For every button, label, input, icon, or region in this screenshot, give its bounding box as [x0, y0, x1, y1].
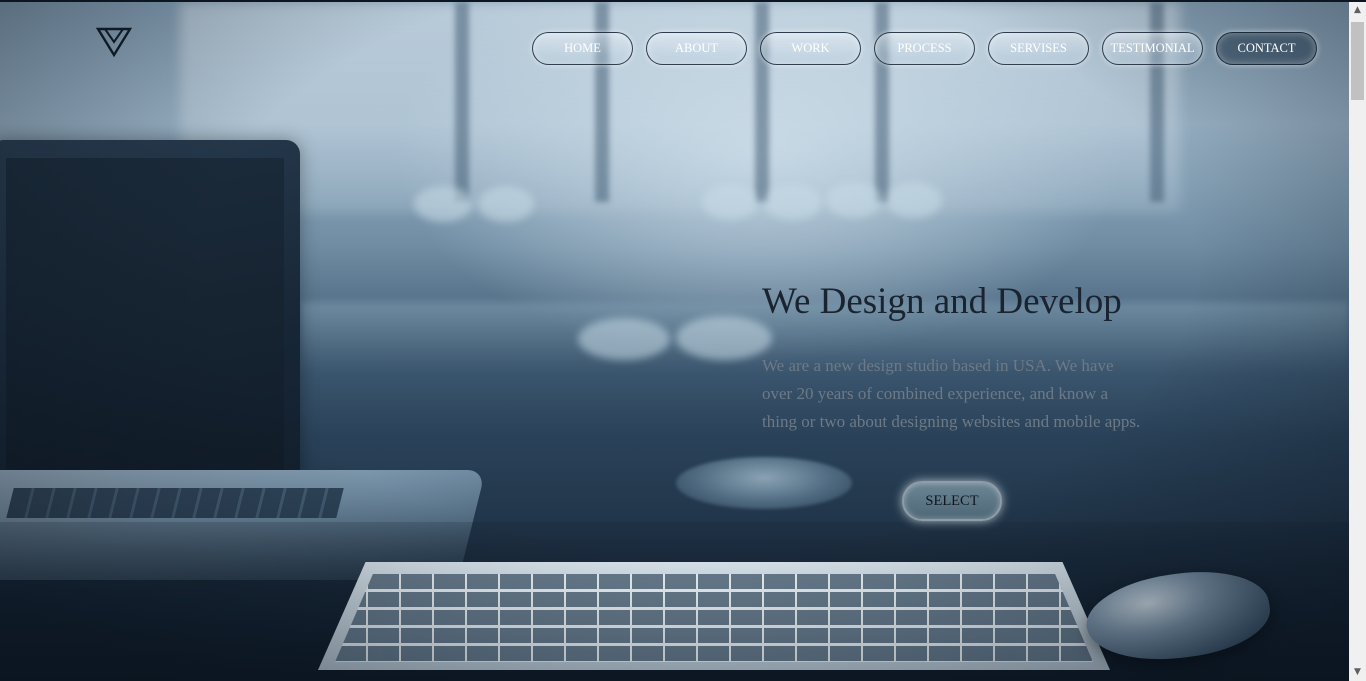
main-nav: HOME ABOUT WORK PROCESS SERVISES TESTIMO… [532, 32, 1317, 65]
triangle-logo-icon[interactable] [95, 26, 133, 58]
nav-testimonial-button[interactable]: TESTIMONIAL [1102, 32, 1203, 65]
scrollbar-thumb[interactable] [1351, 22, 1364, 100]
hero-background-photo [0, 2, 1349, 681]
scroll-down-arrow-icon[interactable]: ▼ [1349, 664, 1366, 681]
scroll-up-arrow-icon[interactable]: ▲ [1349, 2, 1366, 19]
select-button[interactable]: SELECT [902, 481, 1002, 521]
hero-title: We Design and Develop [762, 281, 1122, 322]
hero-description: We are a new design studio based in USA.… [762, 356, 1141, 431]
nav-contact-button[interactable]: CONTACT [1216, 32, 1317, 65]
nav-about-button[interactable]: ABOUT [646, 32, 747, 65]
nav-home-button[interactable]: HOME [532, 32, 633, 65]
nav-services-button[interactable]: SERVISES [988, 32, 1089, 65]
hero-section: We Design and Develop We are a new desig… [762, 282, 1142, 436]
window-top-border [0, 0, 1366, 2]
nav-process-button[interactable]: PROCESS [874, 32, 975, 65]
nav-work-button[interactable]: WORK [760, 32, 861, 65]
vertical-scrollbar[interactable]: ▲ ▼ [1349, 2, 1366, 681]
